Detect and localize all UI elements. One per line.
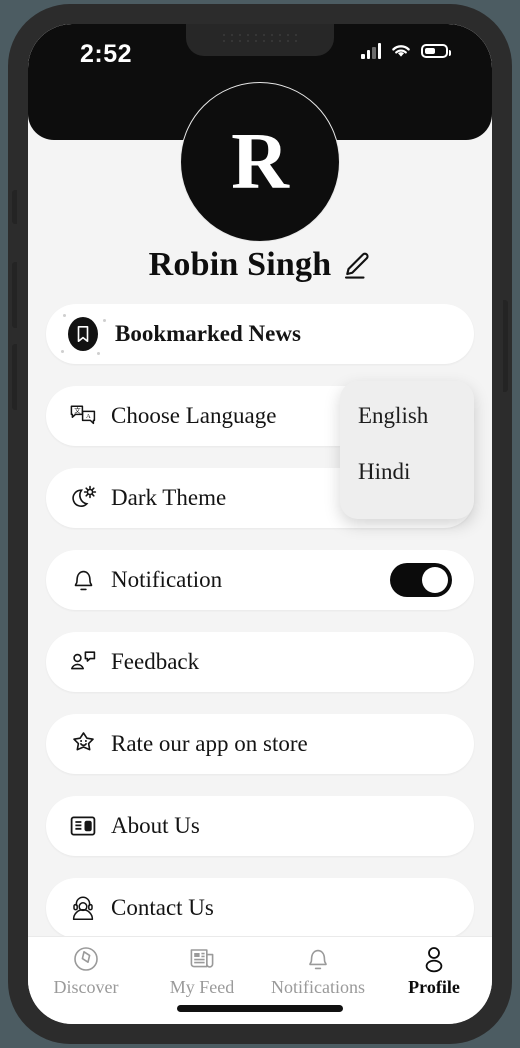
menu-item-contact-us[interactable]: Contact Us [46, 878, 474, 938]
menu-item-label: Notification [111, 567, 223, 592]
menu-item-notification[interactable]: Notification [46, 550, 474, 610]
menu-item-label: Dark Theme [111, 485, 227, 510]
silent-switch-button[interactable] [12, 190, 17, 224]
tab-my-feed[interactable]: My Feed [144, 945, 260, 998]
support-agent-icon [68, 893, 98, 923]
language-option-english[interactable]: English [358, 403, 474, 429]
cellular-signal-icon [361, 43, 381, 59]
menu-item-bookmarked-news[interactable]: Bookmarked News [46, 304, 474, 364]
menu-item-label: Bookmarked News [115, 321, 301, 346]
tab-label: Profile [408, 977, 460, 997]
feedback-icon [68, 647, 98, 677]
profile-name-row: Robin Singh [28, 246, 492, 284]
phone-screen: 2:52 R Robin Singh Bookmarked News 文 A C… [28, 24, 492, 1024]
wifi-icon [390, 43, 412, 59]
avatar[interactable]: R [180, 82, 340, 242]
star-smile-icon [68, 729, 98, 759]
language-dropdown[interactable]: English Hindi [340, 381, 474, 519]
speaker-grille-icon [220, 32, 300, 46]
menu-item-label: Contact Us [111, 895, 214, 920]
power-button[interactable] [503, 300, 508, 392]
menu-item-label: Rate our app on store [111, 731, 308, 756]
avatar-initial: R [231, 117, 289, 206]
moon-sun-icon [68, 483, 98, 513]
battery-icon [421, 44, 451, 58]
tab-discover[interactable]: Discover [28, 945, 144, 998]
bookmark-icon [61, 314, 106, 355]
translate-icon: 文 A [68, 401, 98, 431]
notification-toggle[interactable] [390, 563, 452, 597]
bell-icon [304, 945, 332, 973]
volume-up-button[interactable] [12, 262, 17, 328]
menu-item-label: Feedback [111, 649, 200, 674]
page-title: Robin Singh [148, 246, 332, 283]
svg-text:文: 文 [74, 405, 81, 414]
language-option-hindi[interactable]: Hindi [358, 459, 474, 485]
article-icon [68, 811, 98, 841]
menu-item-feedback[interactable]: Feedback [46, 632, 474, 692]
screenshot-root: 2:52 R Robin Singh Bookmarked News 文 A C… [0, 0, 520, 1048]
volume-down-button[interactable] [12, 344, 17, 410]
tab-profile[interactable]: Profile [376, 945, 492, 998]
edit-pencil-icon[interactable] [341, 250, 371, 280]
svg-text:A: A [86, 413, 91, 420]
tab-label: Discover [53, 977, 119, 997]
tab-label: Notifications [271, 977, 365, 997]
menu-item-label: About Us [111, 813, 200, 838]
status-time: 2:52 [80, 40, 133, 68]
compass-icon [72, 945, 100, 973]
notch [186, 24, 334, 56]
home-indicator[interactable] [177, 1005, 343, 1012]
menu-item-about-us[interactable]: About Us [46, 796, 474, 856]
newspaper-icon [188, 945, 216, 973]
status-icons [361, 43, 451, 59]
menu-item-label: Choose Language [111, 403, 277, 428]
person-icon [420, 945, 448, 973]
tab-label: My Feed [169, 977, 235, 997]
menu-item-rate-app[interactable]: Rate our app on store [46, 714, 474, 774]
tab-notifications[interactable]: Notifications [260, 945, 376, 998]
bell-icon [68, 565, 98, 595]
